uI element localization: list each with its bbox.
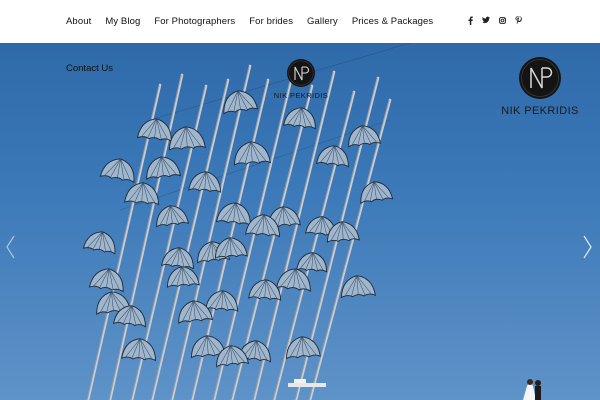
nav-item-about[interactable]: About [66, 16, 91, 27]
nav-item-contact-us[interactable]: Contact Us [66, 63, 113, 74]
main-menu: About My Blog For Photographers For brid… [66, 0, 433, 43]
nav-item-for-photographers[interactable]: For Photographers [154, 16, 235, 27]
nav-item-for-brides[interactable]: For brides [249, 16, 293, 27]
nav-item-my-blog[interactable]: My Blog [105, 16, 140, 27]
site-logo-large[interactable]: NIK PEKRIDIS [494, 56, 586, 122]
logo-wordmark: NIK PEKRIDIS [273, 91, 329, 100]
slider-prev-arrow[interactable] [4, 234, 16, 260]
pinterest-icon[interactable] [514, 14, 522, 26]
instagram-icon[interactable] [498, 14, 506, 26]
social-links [466, 14, 522, 26]
logo-wordmark: NIK PEKRIDIS [501, 105, 579, 117]
monogram-logo-icon [287, 59, 315, 87]
facebook-icon[interactable] [466, 14, 474, 26]
monogram-logo-icon [519, 57, 561, 99]
top-navigation-bar: About My Blog For Photographers For brid… [0, 0, 600, 43]
secondary-menu: Contact Us [66, 58, 113, 76]
site-logo-small[interactable]: NIK PEKRIDIS [269, 58, 333, 102]
slider-next-arrow[interactable] [582, 234, 594, 260]
twitter-icon[interactable] [482, 14, 490, 26]
nav-item-prices-packages[interactable]: Prices & Packages [352, 16, 433, 27]
nav-item-gallery[interactable]: Gallery [307, 16, 338, 27]
